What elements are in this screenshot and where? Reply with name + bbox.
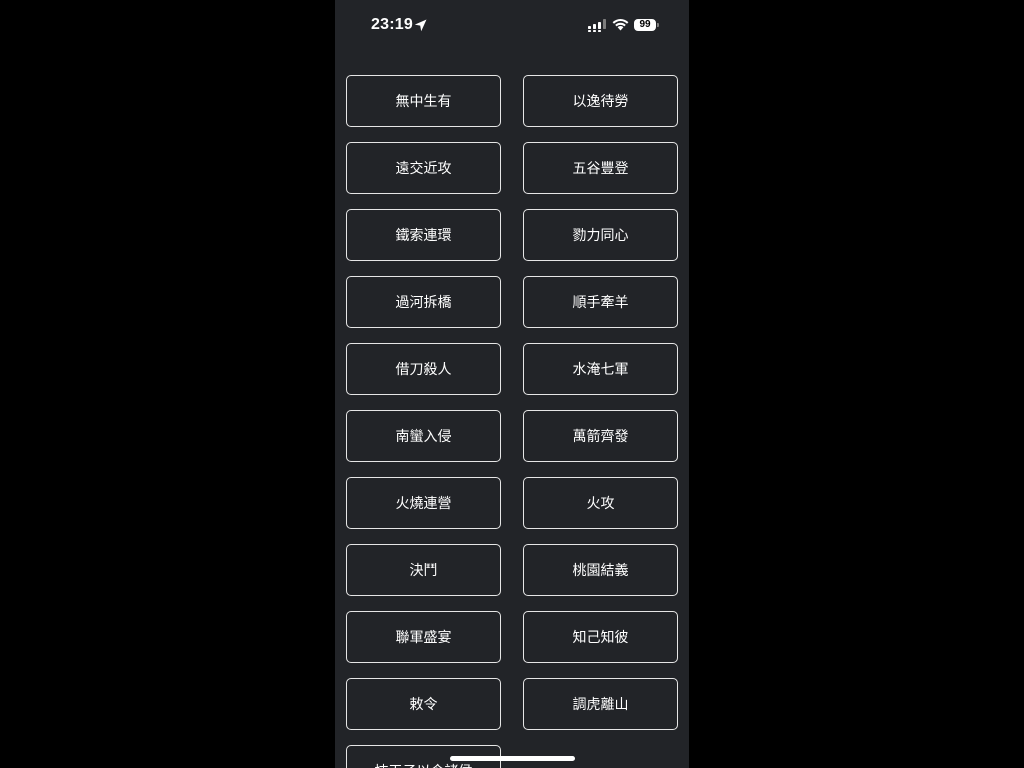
card-button-12[interactable]: 萬箭齊發 [523,410,678,462]
battery-tip [657,23,659,27]
card-button-7[interactable]: 過河拆橋 [346,276,501,328]
status-time: 23:19 [371,16,413,33]
card-button-1[interactable]: 無中生有 [346,75,501,127]
card-button-11[interactable]: 南蠻入侵 [346,410,501,462]
card-button-5[interactable]: 鐵索連環 [346,209,501,261]
card-button-18[interactable]: 知己知彼 [523,611,678,663]
card-button-15[interactable]: 決鬥 [346,544,501,596]
phone-screen: 23:19 99 無中生有 以逸待勞 遠交近攻 五谷豐登 鐵索連環 勠力同心 過… [335,0,689,768]
card-button-19[interactable]: 敕令 [346,678,501,730]
card-button-13[interactable]: 火燒連營 [346,477,501,529]
card-button-17[interactable]: 聯軍盛宴 [346,611,501,663]
card-button-2[interactable]: 以逸待勞 [523,75,678,127]
home-indicator[interactable] [450,756,575,761]
card-button-9[interactable]: 借刀殺人 [346,343,501,395]
card-button-16[interactable]: 桃園結義 [523,544,678,596]
wifi-icon [612,18,629,31]
status-bar: 23:19 99 [335,0,689,52]
card-button-6[interactable]: 勠力同心 [523,209,678,261]
card-button-3[interactable]: 遠交近攻 [346,142,501,194]
cellular-signal-icon [588,19,606,32]
card-button-20[interactable]: 調虎離山 [523,678,678,730]
command-grid: 無中生有 以逸待勞 遠交近攻 五谷豐登 鐵索連環 勠力同心 過河拆橋 順手牽羊 … [346,75,678,768]
battery-level: 99 [634,19,656,31]
location-arrow-icon [414,19,427,32]
card-button-4[interactable]: 五谷豐登 [523,142,678,194]
card-button-8[interactable]: 順手牽羊 [523,276,678,328]
card-button-10[interactable]: 水淹七軍 [523,343,678,395]
battery-icon: 99 [634,19,661,32]
card-button-14[interactable]: 火攻 [523,477,678,529]
